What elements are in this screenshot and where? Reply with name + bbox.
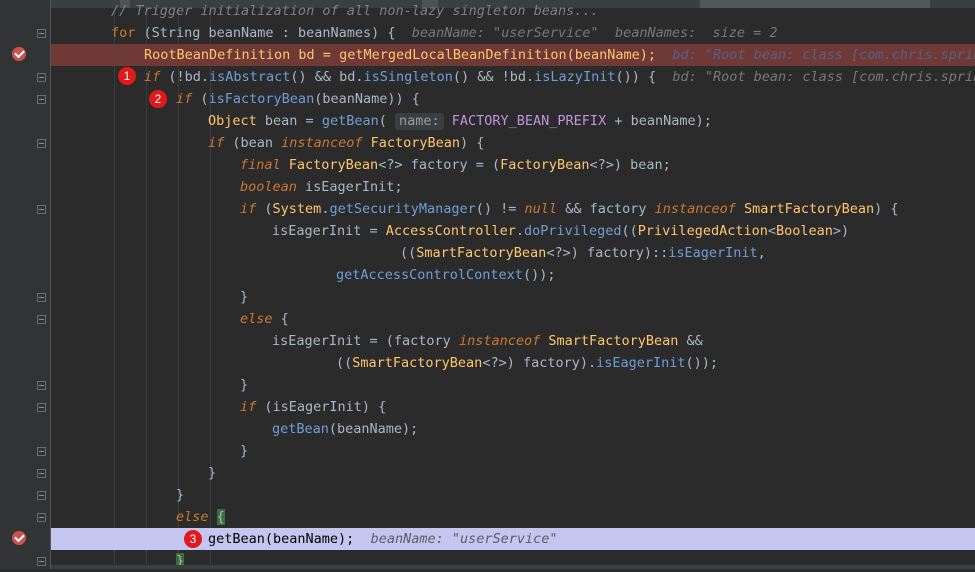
fold-icon[interactable] bbox=[37, 205, 46, 214]
code-comment: // Trigger initialization of all non-laz… bbox=[111, 3, 599, 19]
fold-icon[interactable] bbox=[37, 73, 46, 82]
code-line[interactable]: } bbox=[51, 374, 975, 396]
breakpoint-icon[interactable] bbox=[12, 531, 26, 545]
annotation-marker-3: 3 bbox=[184, 530, 202, 548]
parameter-hint: name: bbox=[394, 113, 444, 130]
code-line[interactable]: isEagerInit = AccessController.doPrivile… bbox=[51, 220, 975, 242]
code-line[interactable]: ((SmartFactoryBean<?>) factory).isEagerI… bbox=[51, 352, 975, 374]
fold-icon[interactable] bbox=[37, 293, 46, 302]
fold-icon[interactable] bbox=[37, 139, 46, 148]
debug-inline-value: bd: "Root bean: class [com.chris.spring bbox=[672, 47, 975, 63]
code-line[interactable]: Object bean = getBean( name: FACTORY_BEA… bbox=[51, 110, 975, 132]
fold-icon[interactable] bbox=[37, 315, 46, 324]
code-line[interactable]: else { bbox=[51, 308, 975, 330]
code-text: RootBeanDefinition bd = getMergedLocalBe… bbox=[144, 47, 657, 63]
fold-icon[interactable] bbox=[37, 557, 46, 566]
fold-icon[interactable] bbox=[37, 469, 46, 478]
code-keyword: for bbox=[111, 25, 136, 41]
horizontal-scrollbar[interactable] bbox=[51, 565, 975, 569]
fold-icon[interactable] bbox=[37, 29, 46, 38]
code-line[interactable]: else { bbox=[51, 506, 975, 528]
code-line[interactable]: } bbox=[51, 484, 975, 506]
code-line[interactable]: if (bean instanceof FactoryBean) { bbox=[51, 132, 975, 154]
fold-icon[interactable] bbox=[37, 491, 46, 500]
breakpoint-icon[interactable] bbox=[12, 47, 26, 61]
code-line[interactable]: if (!bd.isAbstract() && bd.isSingleton()… bbox=[51, 66, 975, 88]
code-line[interactable]: for (String beanName : beanNames) { bean… bbox=[51, 22, 975, 44]
debug-inline-value: bd: "Root bean: class [com.chris.spring bbox=[672, 69, 975, 85]
debug-inline-value: beanName: "userService" beanNames: size … bbox=[411, 25, 778, 41]
code-line[interactable]: if (isFactoryBean(beanName)) { bbox=[51, 88, 975, 110]
code-line[interactable]: } bbox=[51, 286, 975, 308]
code-constant: FACTORY_BEAN_PREFIX bbox=[451, 113, 607, 129]
debug-inline-value: beanName: "userService" bbox=[370, 531, 558, 547]
annotation-marker-1: 1 bbox=[118, 67, 136, 85]
editor-gutter bbox=[0, 0, 51, 569]
code-text: (String beanName : beanNames) { bbox=[135, 25, 396, 41]
code-line[interactable]: isEagerInit = (factory instanceof SmartF… bbox=[51, 330, 975, 352]
code-line[interactable]: } bbox=[51, 440, 975, 462]
code-line[interactable]: ((SmartFactoryBean<?>) factory)::isEager… bbox=[51, 242, 975, 264]
code-line-breakpoint[interactable]: RootBeanDefinition bd = getMergedLocalBe… bbox=[51, 44, 975, 66]
fold-icon[interactable] bbox=[37, 447, 46, 456]
annotation-marker-2: 2 bbox=[149, 90, 167, 108]
code-line[interactable]: final FactoryBean<?> factory = (FactoryB… bbox=[51, 154, 975, 176]
fold-icon[interactable] bbox=[37, 513, 46, 522]
code-line[interactable]: // Trigger initialization of all non-laz… bbox=[51, 0, 975, 22]
code-line[interactable]: } bbox=[51, 462, 975, 484]
fold-icon[interactable] bbox=[37, 95, 46, 104]
code-line[interactable]: getBean(beanName); bbox=[51, 418, 975, 440]
fold-icon[interactable] bbox=[37, 381, 46, 390]
code-line[interactable]: getAccessControlContext()); bbox=[51, 264, 975, 286]
code-line[interactable]: boolean isEagerInit; bbox=[51, 176, 975, 198]
fold-icon[interactable] bbox=[37, 403, 46, 412]
code-line[interactable]: if (isEagerInit) { bbox=[51, 396, 975, 418]
code-line[interactable]: if (System.getSecurityManager() != null … bbox=[51, 198, 975, 220]
